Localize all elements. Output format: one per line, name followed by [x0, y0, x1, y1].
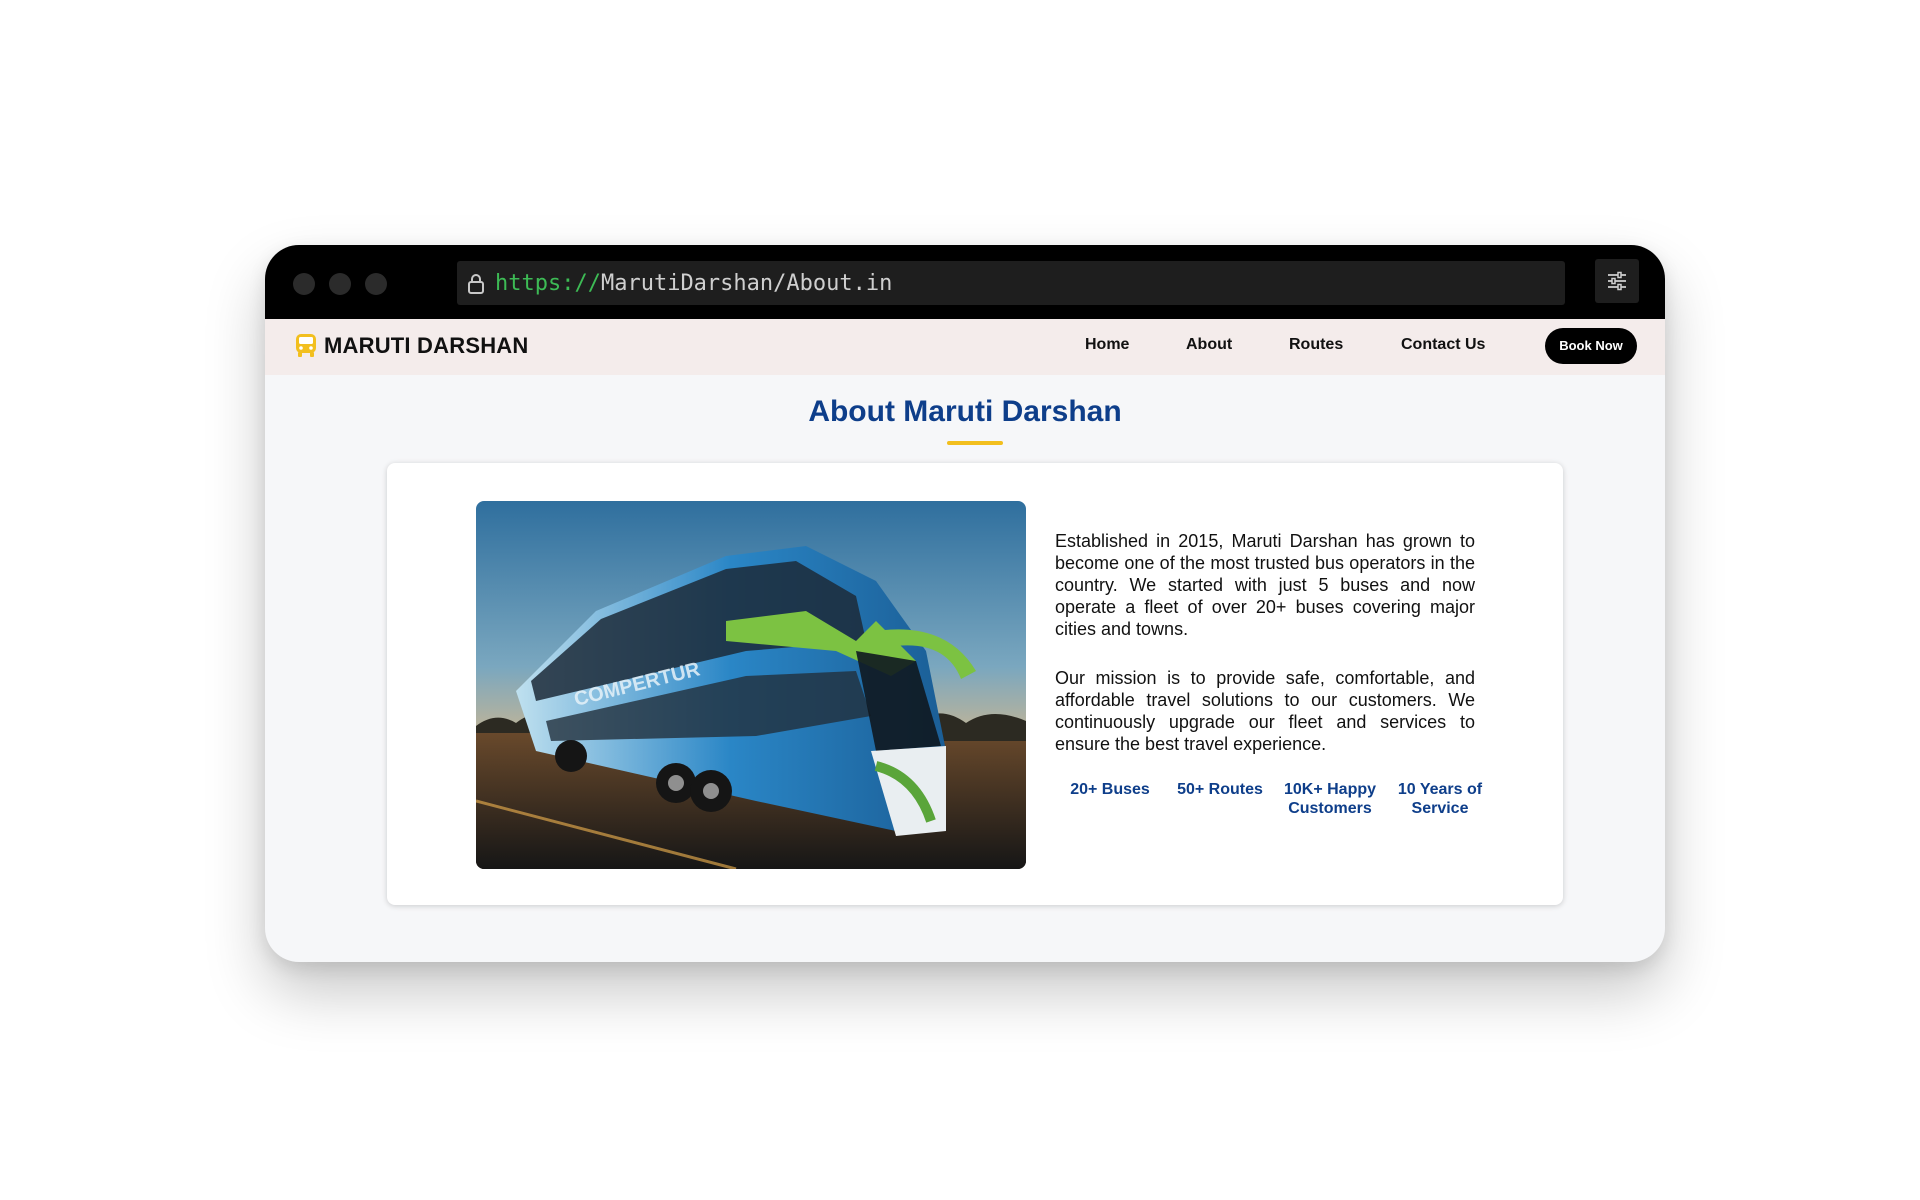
- about-paragraph-history: Established in 2015, Maruti Darshan has …: [1055, 531, 1475, 639]
- about-paragraph-mission: Our mission is to provide safe, comforta…: [1055, 668, 1475, 754]
- lock-icon: [465, 273, 487, 295]
- window-maximize-dot[interactable]: [365, 273, 387, 295]
- page-title: About Maruti Darshan: [808, 395, 1122, 428]
- bus-icon: [296, 334, 316, 357]
- title-underline: [947, 441, 1003, 445]
- window-minimize-dot[interactable]: [329, 273, 351, 295]
- url-text: https://MarutiDarshan/About.in: [495, 271, 892, 297]
- brand-logo[interactable]: MARUTI DARSHAN: [294, 333, 528, 359]
- sliders-icon: [1608, 271, 1626, 291]
- nav-link-routes[interactable]: Routes: [1289, 336, 1343, 354]
- site-navbar: MARUTI DARSHAN Home About Routes Contact…: [265, 319, 1665, 375]
- stat-buses: 20+ Buses: [1070, 781, 1150, 798]
- browser-window: https://MarutiDarshan/About.in MARUTI DA…: [265, 245, 1665, 962]
- stat-routes: 50+ Routes: [1177, 781, 1263, 798]
- about-text: Established in 2015, Maruti Darshan has …: [1055, 530, 1475, 755]
- nav-link-about[interactable]: About: [1186, 336, 1232, 354]
- url-scheme: https://: [495, 271, 601, 296]
- stat-customers: 10K+ Happy Customers: [1283, 781, 1377, 817]
- stats-row: 20+ Buses 50+ Routes 10K+ Happy Customer…: [1055, 780, 1495, 818]
- stat-years: 10 Years of Service: [1397, 781, 1483, 817]
- settings-button[interactable]: [1595, 259, 1639, 303]
- window-close-dot[interactable]: [293, 273, 315, 295]
- address-bar[interactable]: https://MarutiDarshan/About.in: [457, 261, 1565, 305]
- nav-link-home[interactable]: Home: [1085, 336, 1129, 354]
- book-now-button[interactable]: Book Now: [1545, 328, 1637, 364]
- nav-link-contact-us[interactable]: Contact Us: [1401, 336, 1485, 354]
- browser-chrome: https://MarutiDarshan/About.in: [265, 245, 1665, 319]
- url-path: MarutiDarshan/About.in: [600, 271, 893, 296]
- brand-name: MARUTI DARSHAN: [324, 333, 529, 358]
- bus-photo: COMPERTUR: [476, 501, 1026, 869]
